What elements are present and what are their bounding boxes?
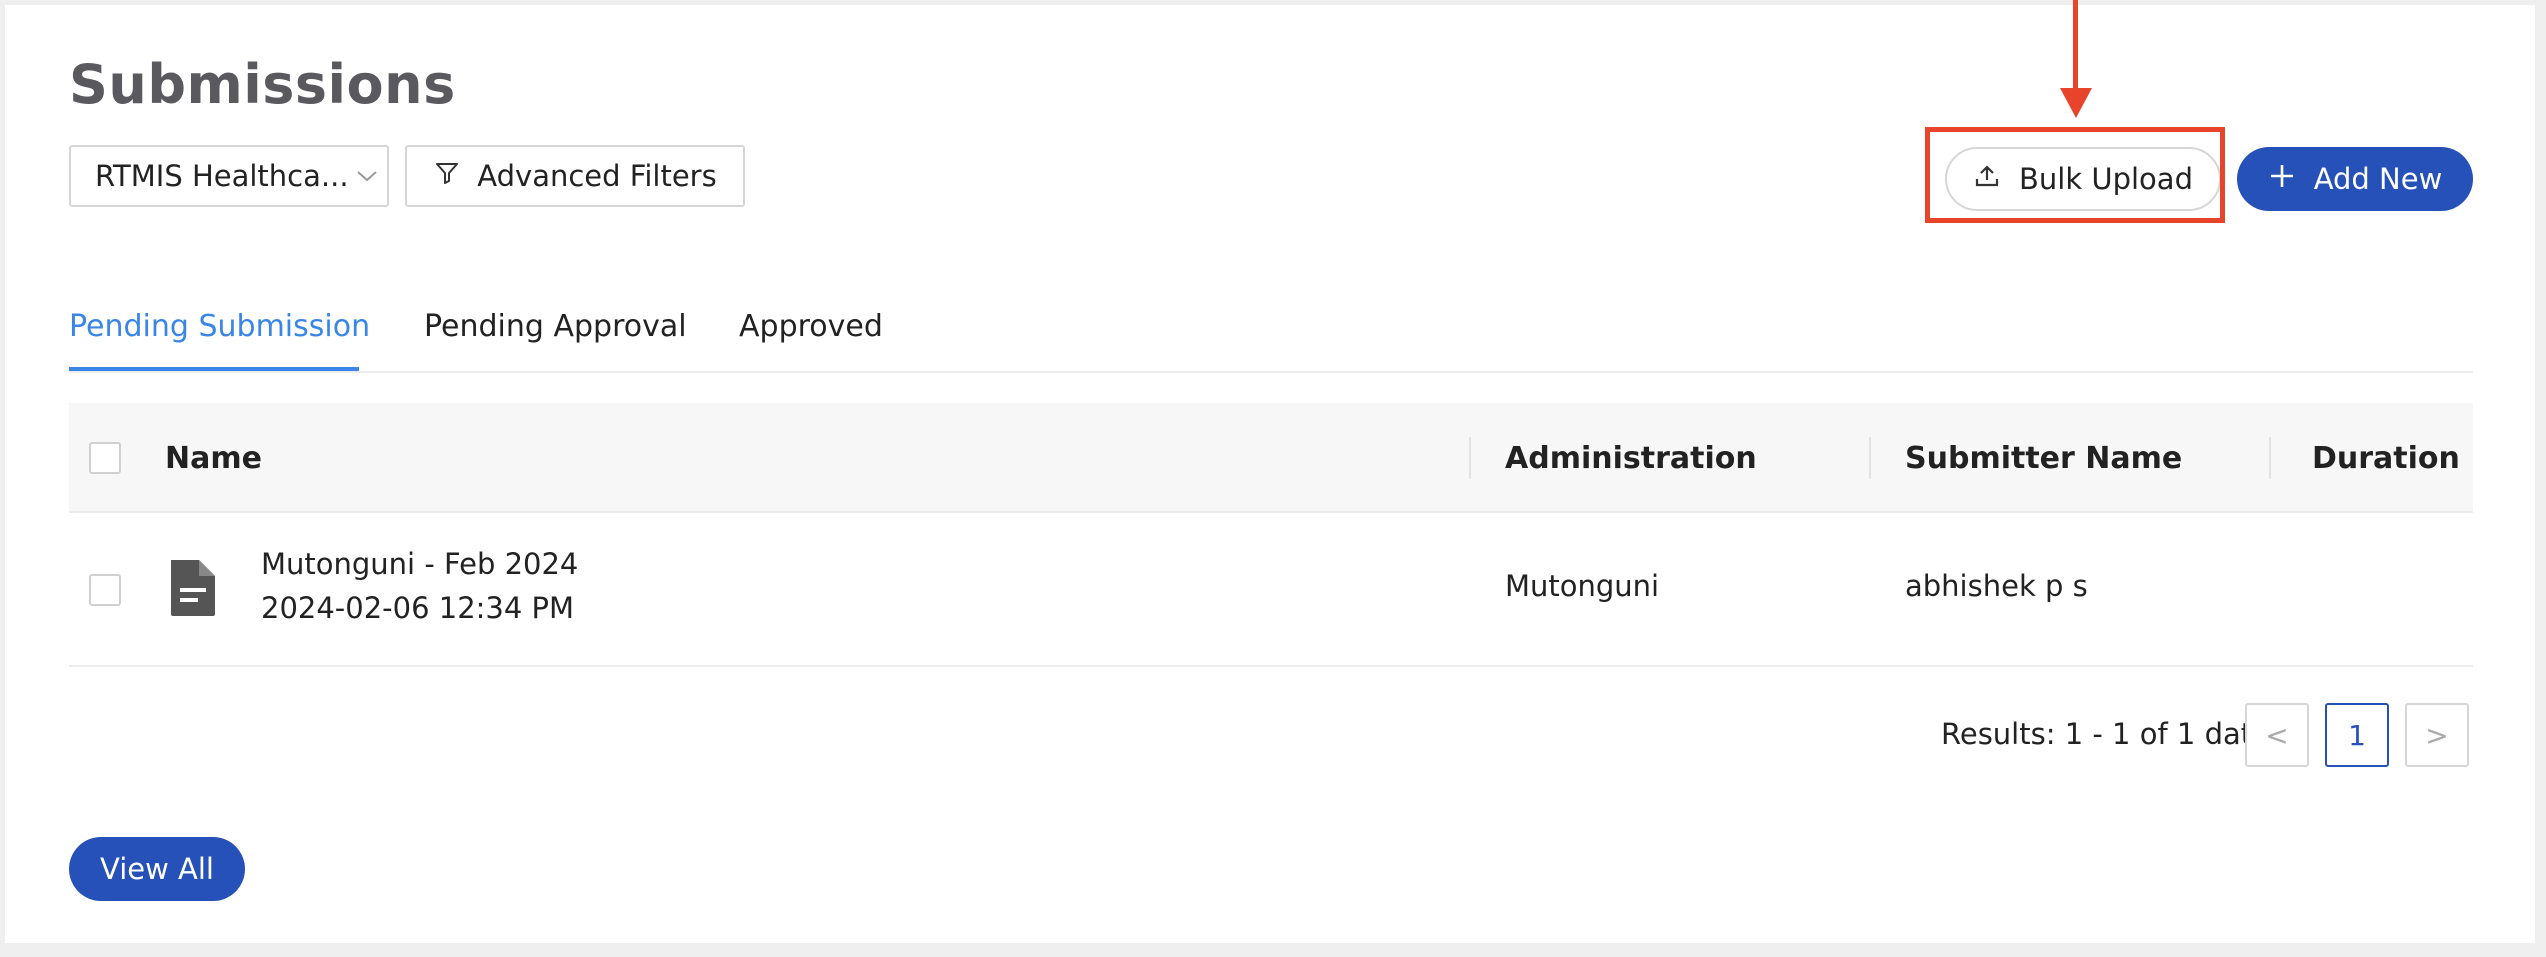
plus-icon (2268, 162, 2296, 197)
select-all-checkbox[interactable] (89, 442, 121, 474)
column-divider (2269, 437, 2271, 479)
annotation-highlight-box (1925, 127, 2225, 223)
annotation-arrow (2073, 0, 2078, 94)
submission-datetime: 2024-02-06 12:34 PM (261, 591, 575, 625)
page-1-button[interactable]: 1 (2325, 703, 2389, 767)
column-header-submitter-name: Submitter Name (1905, 440, 2183, 476)
add-new-label: Add New (2313, 162, 2443, 196)
tab-approved[interactable]: Approved (739, 309, 883, 344)
column-divider (1469, 437, 1471, 479)
chevron-down-icon (347, 168, 387, 184)
advanced-filters-button[interactable]: Advanced Filters (405, 145, 745, 207)
column-header-duration: Duration (2312, 440, 2460, 476)
next-page-button[interactable]: > (2405, 703, 2469, 767)
form-select-value: RTMIS Healthca... (95, 159, 347, 193)
submissions-table: Name Administration Submitter Name Durat… (69, 403, 2473, 667)
column-divider (1869, 437, 1871, 479)
submitter-cell: abhishek p s (1905, 569, 2088, 603)
annotation-arrow-head (2060, 88, 2092, 118)
results-summary: Results: 1 - 1 of 1 data (1941, 717, 2270, 751)
document-icon (167, 558, 219, 622)
prev-page-button[interactable]: < (2245, 703, 2309, 767)
row-checkbox[interactable] (89, 574, 121, 606)
submission-name: Mutonguni - Feb 2024 (261, 547, 579, 581)
column-header-name: Name (165, 440, 262, 476)
chevron-right-icon: > (2425, 718, 2449, 752)
page-title: Submissions (69, 53, 456, 116)
administration-cell: Mutonguni (1505, 569, 1660, 603)
tab-pending-approval[interactable]: Pending Approval (424, 309, 687, 344)
table-header: Name Administration Submitter Name Durat… (69, 403, 2473, 513)
filter-icon (433, 159, 461, 194)
add-new-button[interactable]: Add New (2237, 147, 2473, 211)
submission-tabs: Pending Submission Pending Approval Appr… (69, 301, 2473, 373)
form-select-dropdown[interactable]: RTMIS Healthca... (69, 145, 389, 207)
tab-pending-submission[interactable]: Pending Submission (69, 309, 370, 344)
column-header-administration: Administration (1505, 440, 1757, 476)
chevron-left-icon: < (2265, 718, 2289, 752)
view-all-button[interactable]: View All (69, 837, 245, 901)
active-tab-indicator (69, 367, 359, 371)
table-row[interactable]: Mutonguni - Feb 2024 2024-02-06 12:34 PM… (69, 513, 2473, 667)
advanced-filters-label: Advanced Filters (477, 159, 717, 193)
